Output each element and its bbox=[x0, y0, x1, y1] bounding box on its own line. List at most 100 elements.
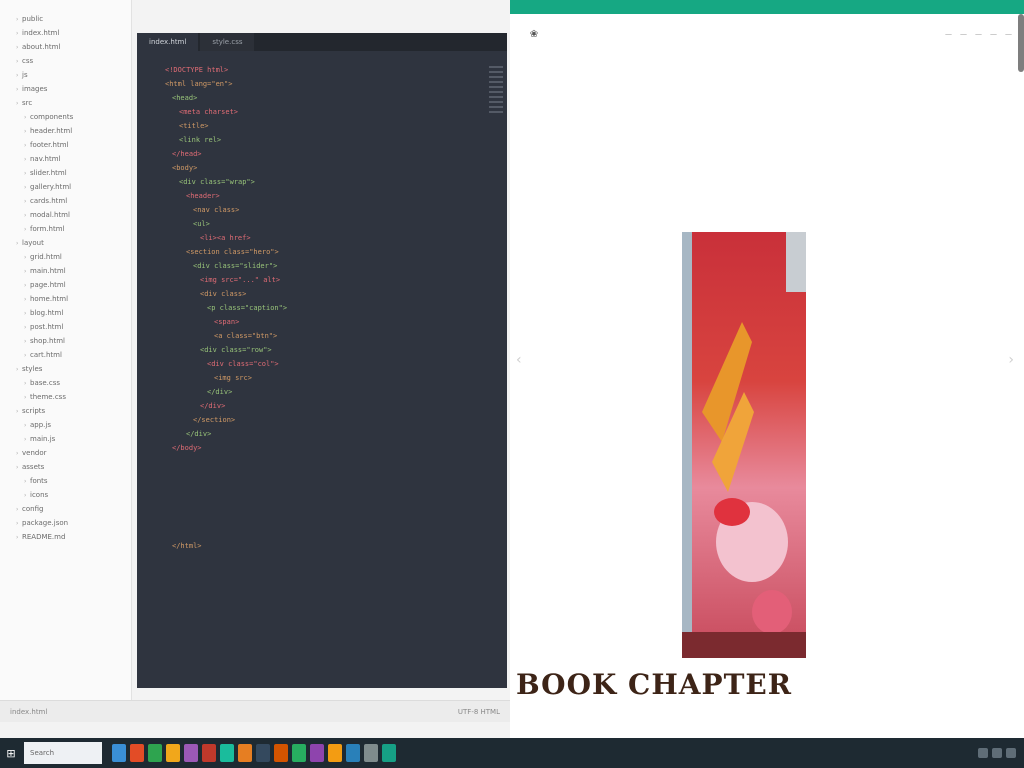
browser-preview[interactable]: ❀ — — — — — ‹ › BOOK CHAPTER bbox=[510, 0, 1024, 738]
notification-icon[interactable] bbox=[1006, 748, 1016, 758]
tree-item[interactable]: › home.html bbox=[0, 292, 131, 306]
taskbar-search[interactable]: Search bbox=[24, 742, 102, 764]
code-line[interactable]: <span> bbox=[137, 315, 507, 329]
tree-item[interactable]: › public bbox=[0, 12, 131, 26]
code-line[interactable]: <meta charset> bbox=[137, 105, 507, 119]
tree-item[interactable]: › README.md bbox=[0, 530, 131, 544]
code-line[interactable]: <div class="slider"> bbox=[137, 259, 507, 273]
tree-item[interactable]: › src bbox=[0, 96, 131, 110]
taskbar-app-icon[interactable] bbox=[256, 744, 270, 762]
tree-item[interactable]: › form.html bbox=[0, 222, 131, 236]
minimap[interactable] bbox=[489, 63, 503, 153]
nav-link[interactable]: — bbox=[990, 30, 997, 38]
nav-link[interactable]: — bbox=[960, 30, 967, 38]
logo-icon[interactable]: ❀ bbox=[522, 25, 546, 43]
tree-item[interactable]: › vendor bbox=[0, 446, 131, 460]
tree-item[interactable]: › js bbox=[0, 68, 131, 82]
code-line[interactable]: <!DOCTYPE html> bbox=[137, 63, 507, 77]
code-line[interactable]: <ul> bbox=[137, 217, 507, 231]
tree-item[interactable]: › blog.html bbox=[0, 306, 131, 320]
taskbar-app-icon[interactable] bbox=[364, 744, 378, 762]
tree-item[interactable]: › scripts bbox=[0, 404, 131, 418]
code-line[interactable] bbox=[137, 483, 507, 497]
code-line[interactable]: </div> bbox=[137, 399, 507, 413]
tree-item[interactable]: › main.html bbox=[0, 264, 131, 278]
tree-item[interactable]: › cart.html bbox=[0, 348, 131, 362]
code-line[interactable]: <div class="wrap"> bbox=[137, 175, 507, 189]
tree-item[interactable]: › package.json bbox=[0, 516, 131, 530]
code-line[interactable] bbox=[137, 497, 507, 511]
preview-scrollbar[interactable] bbox=[1018, 14, 1024, 72]
tree-item[interactable]: › styles bbox=[0, 362, 131, 376]
code-line[interactable]: <section class="hero"> bbox=[137, 245, 507, 259]
chevron-left-icon[interactable]: ‹ bbox=[516, 352, 522, 368]
taskbar-app-icon[interactable] bbox=[310, 744, 324, 762]
code-line[interactable]: <title> bbox=[137, 119, 507, 133]
taskbar-app-icon[interactable] bbox=[346, 744, 360, 762]
code-line[interactable]: <img src> bbox=[137, 371, 507, 385]
tree-item[interactable]: › fonts bbox=[0, 474, 131, 488]
taskbar-app-icon[interactable] bbox=[220, 744, 234, 762]
editor-tab[interactable]: style.css bbox=[200, 33, 255, 51]
code-line[interactable]: </head> bbox=[137, 147, 507, 161]
code-line[interactable]: <head> bbox=[137, 91, 507, 105]
volume-icon[interactable] bbox=[992, 748, 1002, 758]
code-line[interactable]: </div> bbox=[137, 427, 507, 441]
tree-item[interactable]: › shop.html bbox=[0, 334, 131, 348]
taskbar-app-icon[interactable] bbox=[184, 744, 198, 762]
code-line[interactable]: <div class="row"> bbox=[137, 343, 507, 357]
chevron-right-icon[interactable]: › bbox=[1008, 352, 1014, 368]
tree-item[interactable]: › layout bbox=[0, 236, 131, 250]
code-line[interactable]: <p class="caption"> bbox=[137, 301, 507, 315]
code-line[interactable]: </body> bbox=[137, 441, 507, 455]
tree-item[interactable]: › main.js bbox=[0, 432, 131, 446]
code-line[interactable]: <header> bbox=[137, 189, 507, 203]
code-line[interactable]: <link rel> bbox=[137, 133, 507, 147]
tree-item[interactable]: › footer.html bbox=[0, 138, 131, 152]
tree-item[interactable]: › cards.html bbox=[0, 194, 131, 208]
tree-item[interactable]: › components bbox=[0, 110, 131, 124]
code-line[interactable]: <li><a href> bbox=[137, 231, 507, 245]
tree-item[interactable]: › nav.html bbox=[0, 152, 131, 166]
tree-item[interactable]: › grid.html bbox=[0, 250, 131, 264]
tree-item[interactable]: › icons bbox=[0, 488, 131, 502]
code-line[interactable] bbox=[137, 525, 507, 539]
tree-item[interactable]: › theme.css bbox=[0, 390, 131, 404]
tree-item[interactable]: › slider.html bbox=[0, 166, 131, 180]
tree-item[interactable]: › assets bbox=[0, 460, 131, 474]
code-line[interactable] bbox=[137, 469, 507, 483]
taskbar-app-icon[interactable] bbox=[130, 744, 144, 762]
tree-item[interactable]: › config bbox=[0, 502, 131, 516]
taskbar-app-icon[interactable] bbox=[382, 744, 396, 762]
code-line[interactable]: <body> bbox=[137, 161, 507, 175]
taskbar-app-icon[interactable] bbox=[238, 744, 252, 762]
code-line[interactable] bbox=[137, 511, 507, 525]
tree-item[interactable]: › app.js bbox=[0, 418, 131, 432]
nav-link[interactable]: — bbox=[945, 30, 952, 38]
tree-item[interactable]: › css bbox=[0, 54, 131, 68]
taskbar-app-icon[interactable] bbox=[328, 744, 342, 762]
code-area[interactable]: <!DOCTYPE html> <html lang="en"> <head> <me… bbox=[137, 51, 507, 553]
tree-item[interactable]: › index.html bbox=[0, 26, 131, 40]
taskbar-app-icon[interactable] bbox=[292, 744, 306, 762]
code-editor[interactable]: index.html style.css <!DOCTYPE html> <html… bbox=[137, 33, 507, 688]
tree-item[interactable]: › base.css bbox=[0, 376, 131, 390]
code-line[interactable]: </section> bbox=[137, 413, 507, 427]
code-line[interactable]: <a class="btn"> bbox=[137, 329, 507, 343]
nav-link[interactable]: — bbox=[975, 30, 982, 38]
status-encoding[interactable]: UTF-8 HTML bbox=[458, 708, 500, 716]
code-line[interactable] bbox=[137, 455, 507, 469]
tree-item[interactable]: › post.html bbox=[0, 320, 131, 334]
code-line[interactable]: </div> bbox=[137, 385, 507, 399]
taskbar-app-icon[interactable] bbox=[166, 744, 180, 762]
code-line[interactable]: <div class="col"> bbox=[137, 357, 507, 371]
tree-item[interactable]: › gallery.html bbox=[0, 180, 131, 194]
tree-item[interactable]: › images bbox=[0, 82, 131, 96]
taskbar-app-icon[interactable] bbox=[112, 744, 126, 762]
code-line[interactable]: <html lang="en"> bbox=[137, 77, 507, 91]
tree-item[interactable]: › about.html bbox=[0, 40, 131, 54]
network-icon[interactable] bbox=[978, 748, 988, 758]
taskbar-app-icon[interactable] bbox=[148, 744, 162, 762]
code-line[interactable]: <img src="..." alt> bbox=[137, 273, 507, 287]
tree-item[interactable]: › header.html bbox=[0, 124, 131, 138]
